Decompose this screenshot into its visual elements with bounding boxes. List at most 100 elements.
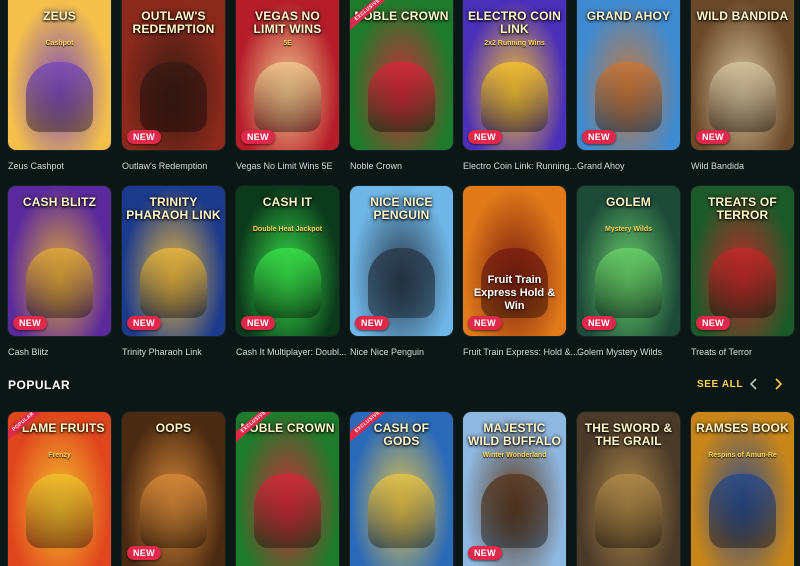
- new-badge: NEW: [468, 316, 502, 330]
- game-logo-text: Zeus: [43, 9, 76, 23]
- game-logo-subtext: 2x2 Running Wins: [484, 40, 545, 47]
- game-card[interactable]: Cash Blitz NEW Cash Blitz: [8, 186, 111, 357]
- game-name[interactable]: Golem Mystery Wilds: [577, 347, 697, 357]
- game-thumbnail[interactable]: Wild Bandida NEW: [691, 0, 794, 150]
- game-logo-text: Oops: [155, 421, 192, 435]
- game-card[interactable]: Grand Ahoy NEW Grand Ahoy: [577, 0, 680, 171]
- game-logo-text: Ramses Book: [696, 421, 789, 435]
- game-thumbnail[interactable]: Treats of Terror NEW: [691, 186, 794, 336]
- new-badge: NEW: [127, 130, 161, 144]
- new-badge: NEW: [241, 316, 275, 330]
- game-card[interactable]: Cash of Gods EXCLUSIVE: [350, 412, 453, 566]
- game-thumbnail[interactable]: Cash of Gods EXCLUSIVE: [350, 412, 453, 566]
- game-thumbnail[interactable]: The Sword & The Grail: [577, 412, 680, 566]
- game-name[interactable]: Zeus Cashpot: [8, 161, 128, 171]
- game-thumbnail[interactable]: Noble Crown EXCLUSIVE: [236, 412, 339, 566]
- game-name[interactable]: Cash It Multiplayer: Doubl...: [236, 347, 356, 357]
- new-badge: NEW: [468, 546, 502, 560]
- game-logo-text: Cash Blitz: [22, 195, 97, 209]
- game-name[interactable]: Cash Blitz: [8, 347, 128, 357]
- character-illustration: [709, 474, 776, 548]
- game-thumbnail[interactable]: Vegas No Limit Wins 5E NEW: [236, 0, 339, 150]
- game-logo-text: The Sword & The Grail: [584, 421, 673, 448]
- game-thumbnail[interactable]: Cash It Double Heat Jackpot NEW: [236, 186, 339, 336]
- new-badge: NEW: [13, 316, 47, 330]
- game-card[interactable]: Flame Fruits Frenzy POPULAR: [8, 412, 111, 566]
- game-card[interactable]: Vegas No Limit Wins 5E NEW Vegas No Limit W…: [236, 0, 339, 171]
- character-illustration: [140, 248, 207, 318]
- game-name[interactable]: Trinity Pharaoh Link: [122, 347, 242, 357]
- game-card[interactable]: Fruit Train Express Hold & Win NEW Fruit T…: [463, 186, 578, 357]
- new-badge: NEW: [355, 316, 389, 330]
- game-logo-subtext: Respins of Amun-Re: [708, 452, 777, 459]
- game-thumbnail[interactable]: Noble Crown EXCLUSIVE: [350, 0, 453, 150]
- character-illustration: [140, 474, 207, 548]
- game-logo-text: Trinity Pharaoh Link: [126, 195, 221, 222]
- game-card[interactable]: The Sword & The Grail: [577, 412, 680, 566]
- game-thumbnail[interactable]: Electro Coin Link 2x2 Running Wins NEW: [463, 0, 566, 150]
- game-thumbnail[interactable]: Majestic Wild Buffalo Winter Wonderland NE…: [463, 412, 566, 566]
- game-thumbnail[interactable]: Nice Nice Penguin NEW: [350, 186, 453, 336]
- popular-section-header: POPULAR SEE ALL: [0, 370, 800, 400]
- game-thumbnail[interactable]: Outlaw's Redemption NEW: [122, 0, 225, 150]
- game-logo-text: Electro Coin Link: [467, 9, 562, 36]
- game-card[interactable]: Noble Crown EXCLUSIVE: [236, 412, 339, 566]
- game-logo-text: Wild Bandida: [696, 9, 789, 23]
- new-badge: NEW: [582, 316, 616, 330]
- character-illustration: [481, 62, 548, 132]
- game-logo-subtext: Frenzy: [48, 452, 71, 459]
- game-thumbnail[interactable]: Ramses Book Respins of Amun-Re: [691, 412, 794, 566]
- next-arrow-icon[interactable]: [770, 376, 786, 392]
- game-thumbnail[interactable]: Grand Ahoy NEW: [577, 0, 680, 150]
- game-thumbnail[interactable]: Cash Blitz NEW: [8, 186, 111, 336]
- game-thumbnail[interactable]: Flame Fruits Frenzy POPULAR: [8, 412, 111, 566]
- section-title: POPULAR: [8, 378, 71, 392]
- game-card[interactable]: Golem Mystery Wilds NEW Golem Mystery Wilds: [577, 186, 680, 357]
- character-illustration: [254, 474, 321, 548]
- game-card[interactable]: Nice Nice Penguin NEW Nice Nice Penguin: [350, 186, 453, 357]
- game-thumbnail[interactable]: Oops NEW: [122, 412, 225, 566]
- character-illustration: [368, 474, 435, 548]
- game-name[interactable]: Wild Bandida: [691, 161, 800, 171]
- character-illustration: [709, 248, 776, 318]
- new-badge: NEW: [241, 130, 275, 144]
- game-name[interactable]: Noble Crown: [350, 161, 470, 171]
- game-card[interactable]: Treats of Terror NEW Treats of Terror: [691, 186, 794, 357]
- game-card[interactable]: Ramses Book Respins of Amun-Re: [691, 412, 794, 566]
- game-name[interactable]: Outlaw's Redemption: [122, 161, 242, 171]
- game-name[interactable]: Nice Nice Penguin: [350, 347, 470, 357]
- character-illustration: [595, 474, 662, 548]
- character-illustration: [368, 248, 435, 318]
- game-logo-text: Cash It: [262, 195, 313, 209]
- game-thumbnail[interactable]: Zeus Cashpot: [8, 0, 111, 150]
- character-illustration: [140, 62, 207, 132]
- game-card[interactable]: Trinity Pharaoh Link NEW Trinity Pharaoh L…: [122, 186, 225, 357]
- game-card[interactable]: Wild Bandida NEW Wild Bandida: [691, 0, 794, 171]
- game-thumbnail[interactable]: Trinity Pharaoh Link NEW: [122, 186, 225, 336]
- game-thumbnail[interactable]: Fruit Train Express Hold & Win NEW: [463, 186, 566, 336]
- game-card[interactable]: Outlaw's Redemption NEW Outlaw's Redemptio…: [122, 0, 225, 171]
- see-all-link[interactable]: SEE ALL: [697, 379, 743, 390]
- character-illustration: [26, 474, 93, 548]
- new-badge: NEW: [127, 316, 161, 330]
- game-name[interactable]: Grand Ahoy: [577, 161, 697, 171]
- game-name[interactable]: Treats of Terror: [691, 347, 800, 357]
- game-thumbnail[interactable]: Golem Mystery Wilds NEW: [577, 186, 680, 336]
- game-logo-text: Majestic Wild Buffalo: [467, 421, 562, 448]
- game-name[interactable]: Vegas No Limit Wins 5E: [236, 161, 356, 171]
- game-card[interactable]: Electro Coin Link 2x2 Running Wins NEW Elec…: [463, 0, 577, 171]
- character-illustration: [595, 248, 662, 318]
- game-name[interactable]: Fruit Train Express: Hold &...: [463, 347, 583, 357]
- game-card[interactable]: Oops NEW: [122, 412, 225, 566]
- game-logo-text: Nice Nice Penguin: [370, 195, 433, 222]
- game-logo-text: Grand Ahoy: [586, 9, 671, 23]
- prev-arrow-icon[interactable]: [746, 376, 762, 392]
- game-name[interactable]: Electro Coin Link: Running...: [463, 161, 583, 171]
- game-logo-subtext: 5E: [283, 40, 292, 47]
- game-card[interactable]: Noble Crown EXCLUSIVE Noble Crown: [350, 0, 453, 171]
- character-illustration: [595, 62, 662, 132]
- character-illustration: [26, 248, 93, 318]
- game-card[interactable]: Majestic Wild Buffalo Winter Wonderland NE…: [463, 412, 566, 566]
- game-card[interactable]: Cash It Double Heat Jackpot NEW Cash It Mul…: [236, 186, 347, 357]
- game-card[interactable]: Zeus Cashpot Zeus Cashpot: [8, 0, 111, 171]
